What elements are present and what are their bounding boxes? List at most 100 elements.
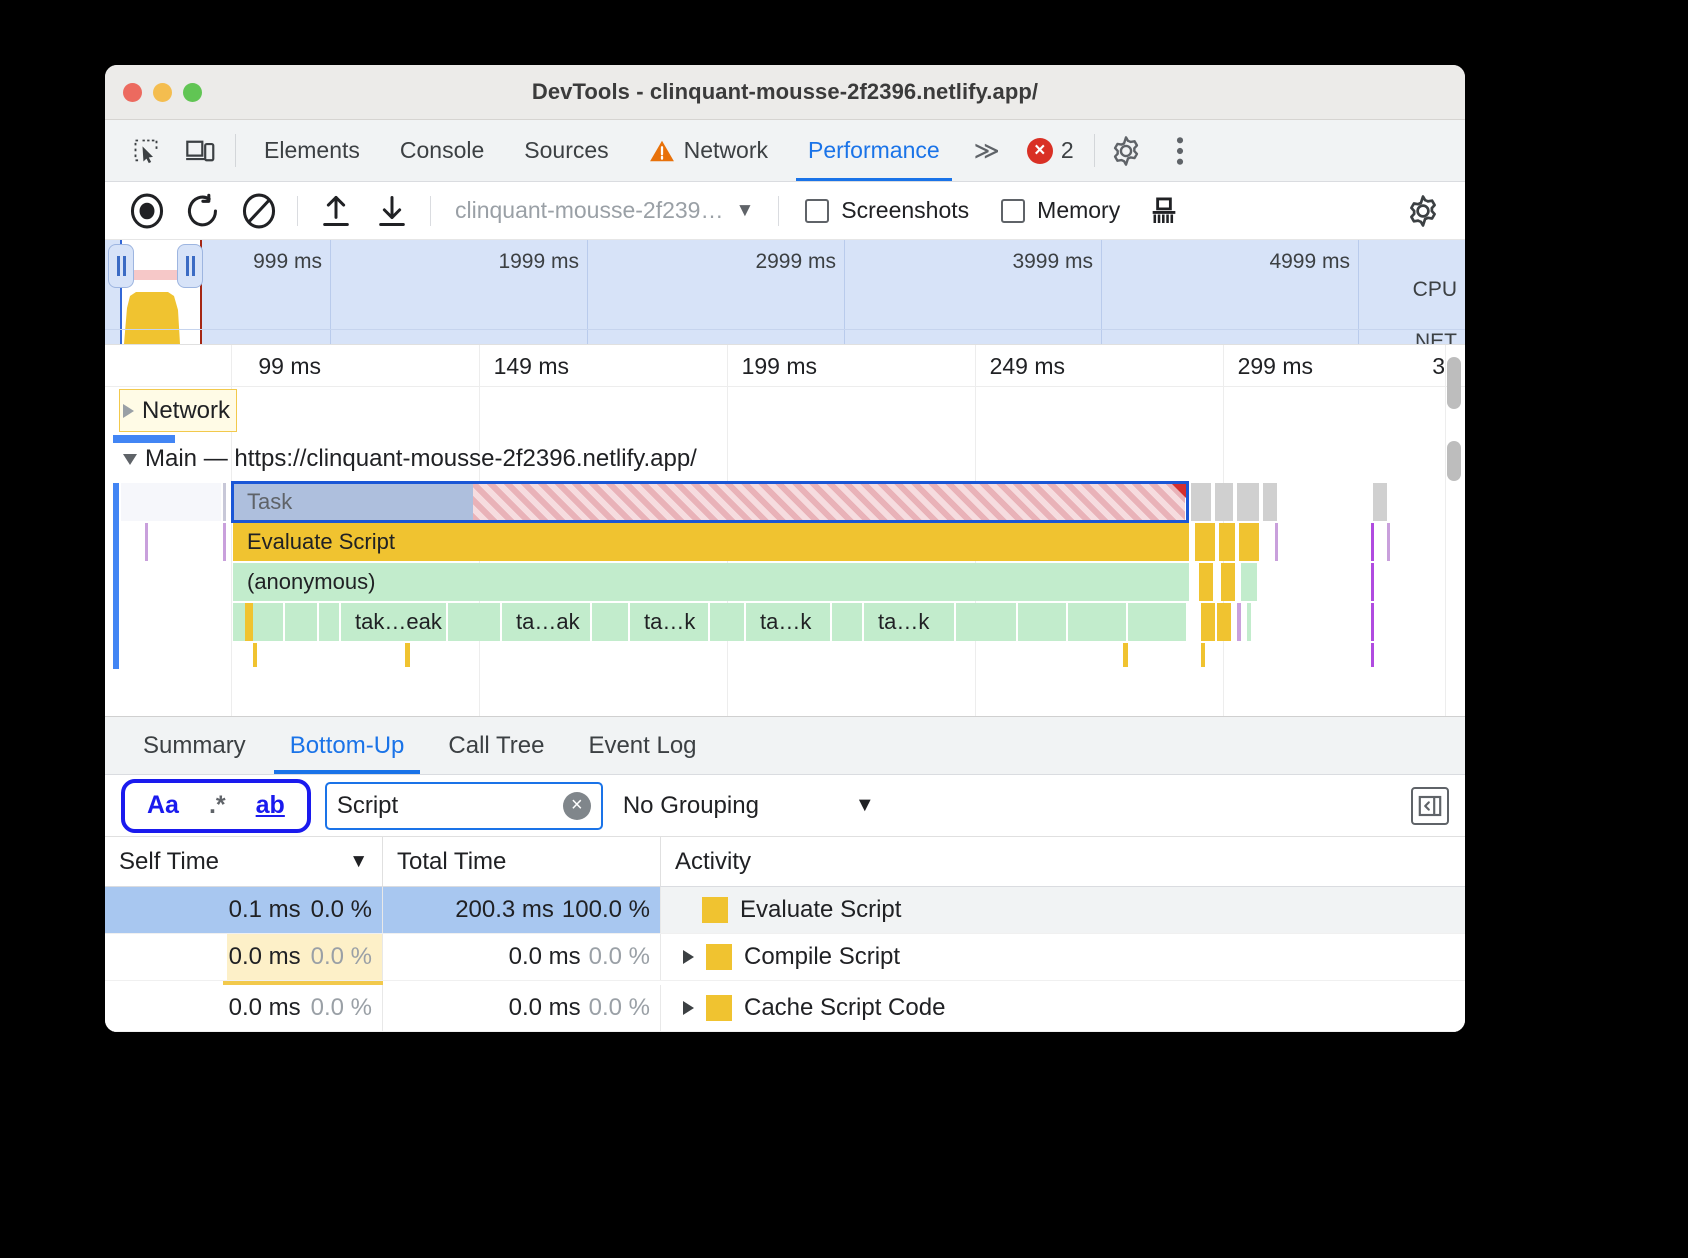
expand-triangle-icon[interactable] (123, 404, 134, 418)
flame-bar-yellow[interactable] (1239, 523, 1259, 561)
clear-input-icon[interactable]: × (562, 791, 591, 820)
flame-bar-green[interactable] (1068, 603, 1126, 641)
flame-bar-yellow[interactable] (1219, 523, 1235, 561)
grouping-dropdown-value: No Grouping (622, 791, 759, 819)
flame-bar-green[interactable] (1018, 603, 1066, 641)
overview-left-handle[interactable] (108, 244, 134, 288)
track-main-header[interactable]: Main — https://clinquant-mousse-2f2396.n… (105, 435, 1465, 483)
flame-chart[interactable]: 99 ms 149 ms 199 ms 249 ms 299 ms 3 Netw… (105, 345, 1465, 717)
flame-bar-evaluate-script[interactable]: Evaluate Script (233, 523, 1189, 561)
flame-bar-green[interactable] (1241, 563, 1257, 601)
flame-bar-green[interactable] (319, 603, 339, 641)
expand-triangle-icon[interactable] (683, 950, 694, 964)
flame-bar-green[interactable] (448, 603, 500, 641)
flame-bar-green[interactable] (592, 603, 628, 641)
tab-elements[interactable]: Elements (244, 120, 380, 181)
flame-bar-yellow[interactable] (1221, 563, 1235, 601)
flame-row-task: Task (105, 481, 1465, 523)
screenshots-checkbox[interactable]: Screenshots (789, 197, 985, 224)
flame-bar-green[interactable] (1128, 603, 1186, 641)
flame-bar-leaf[interactable]: tak…eak (341, 603, 446, 641)
column-header-total-time-label: Total Time (397, 847, 507, 875)
flame-bar-thin (223, 483, 226, 521)
inspect-element-icon[interactable] (119, 120, 173, 181)
collapse-triangle-icon[interactable] (123, 453, 137, 465)
capture-settings-gear-icon[interactable] (1395, 188, 1451, 234)
flame-bar-yellow[interactable] (1217, 603, 1231, 641)
flame-bar-thin (1371, 603, 1374, 641)
clear-recording-button[interactable] (231, 188, 287, 234)
tab-event-log[interactable]: Event Log (566, 717, 718, 774)
table-row[interactable]: 0.1 ms 0.0 % 200.3 ms 100.0 % Evaluate S… (105, 887, 1465, 934)
tab-performance[interactable]: Performance (788, 120, 960, 181)
flame-bar-green[interactable] (285, 603, 317, 641)
tab-console[interactable]: Console (380, 120, 504, 181)
error-count-badge[interactable]: × 2 (1011, 120, 1090, 181)
tab-sources[interactable]: Sources (504, 120, 628, 181)
expand-triangle-icon[interactable] (683, 1001, 694, 1015)
flame-bar-yellow[interactable] (1199, 563, 1213, 601)
filter-toolbar: Aa .* ab Script × No Grouping ▼ (105, 775, 1465, 837)
device-toolbar-icon[interactable] (173, 120, 227, 181)
flame-bar-task[interactable]: Task (233, 483, 473, 521)
flame-bar-thin (1371, 523, 1374, 561)
flame-bar-grey[interactable] (1263, 483, 1277, 521)
flame-bar-leaf[interactable]: ta…k (864, 603, 954, 641)
flame-bar-leaf[interactable]: ta…ak (502, 603, 590, 641)
flame-bar-green[interactable] (710, 603, 744, 641)
toggle-sidebar-icon[interactable] (1411, 786, 1449, 825)
gear-icon[interactable] (1099, 120, 1153, 181)
load-profile-icon[interactable] (308, 188, 364, 234)
memory-checkbox[interactable]: Memory (985, 197, 1136, 224)
track-network-header[interactable]: Network (123, 387, 230, 435)
tab-bottom-up[interactable]: Bottom-Up (268, 717, 427, 774)
grouping-dropdown[interactable]: No Grouping ▼ (623, 792, 875, 820)
devtools-window: DevTools - clinquant-mousse-2f2396.netli… (105, 65, 1465, 1032)
column-header-activity[interactable]: Activity (661, 837, 1465, 886)
record-button[interactable] (119, 188, 175, 234)
flame-bar-yellow[interactable] (1201, 603, 1215, 641)
more-vertical-icon[interactable] (1153, 120, 1207, 181)
track-network[interactable]: Network (105, 387, 1465, 435)
column-header-total-time[interactable]: Total Time (383, 837, 661, 886)
flame-bar-grey[interactable] (1191, 483, 1211, 521)
save-profile-icon[interactable] (364, 188, 420, 234)
flame-bar-thin (405, 643, 410, 667)
collect-garbage-icon[interactable] (1136, 188, 1192, 234)
column-header-self-time[interactable]: Self Time ▼ (105, 837, 383, 886)
toolbar-divider-4 (430, 195, 431, 226)
table-row[interactable]: 0.0 ms 0.0 % 0.0 ms 0.0 % Cache Script C… (105, 985, 1465, 1032)
cell-self-time: 0.0 ms 0.0 % (105, 985, 383, 1031)
flame-bar-green[interactable] (253, 603, 283, 641)
match-case-button[interactable]: Aa (147, 791, 179, 820)
flame-bar-leaf[interactable]: ta…k (630, 603, 708, 641)
flame-bar-green[interactable] (832, 603, 862, 641)
flame-bar-grey[interactable] (1237, 483, 1259, 521)
self-time-percent: 0.0 % (310, 994, 372, 1021)
match-whole-word-button[interactable]: ab (256, 791, 285, 820)
origin-dropdown[interactable]: clinquant-mousse-2f239… ▼ (441, 197, 768, 224)
track-main[interactable]: Main — https://clinquant-mousse-2f2396.n… (105, 435, 1465, 669)
flame-bar-yellow[interactable] (1195, 523, 1215, 561)
tab-summary[interactable]: Summary (121, 717, 268, 774)
timeline-overview[interactable]: 999 ms 1999 ms 2999 ms 3999 ms 4999 ms C… (105, 240, 1465, 345)
flame-chart-scrollbar[interactable] (1447, 357, 1461, 409)
flame-bar-grey[interactable] (1373, 483, 1387, 521)
table-row[interactable]: 0.0 ms 0.0 % 0.0 ms 0.0 % Compile Script (105, 934, 1465, 981)
activity-color-swatch (706, 995, 732, 1021)
filter-input-wrapper[interactable]: Script × (324, 781, 603, 830)
tab-network[interactable]: Network (629, 120, 788, 181)
flame-bar-long-task[interactable] (473, 483, 1185, 521)
flame-bar-green[interactable] (956, 603, 1016, 641)
reload-and-record-button[interactable] (175, 188, 231, 234)
tab-call-tree[interactable]: Call Tree (426, 717, 566, 774)
overview-right-handle[interactable] (177, 244, 203, 288)
filter-input[interactable]: Script (337, 792, 563, 820)
use-regex-button[interactable]: .* (209, 791, 226, 820)
flame-bar-grey[interactable] (1215, 483, 1233, 521)
flame-bar-anonymous[interactable]: (anonymous) (233, 563, 1189, 601)
more-tabs-icon[interactable]: ≫ (960, 120, 1011, 181)
flame-bar-leaf[interactable]: ta…k (746, 603, 830, 641)
activity-color-swatch (702, 897, 728, 923)
flame-chart-scrollbar-2[interactable] (1447, 441, 1461, 481)
